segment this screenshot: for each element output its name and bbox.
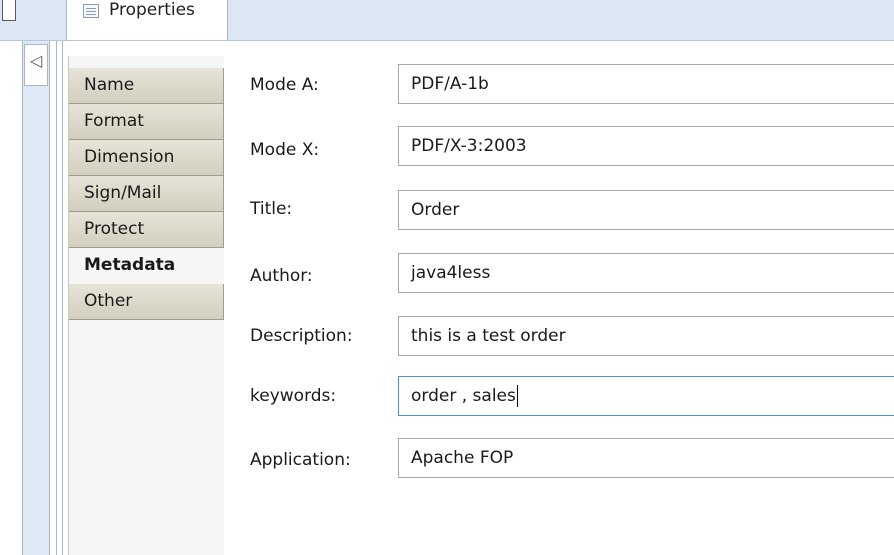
mode-x-label: Mode X: [250, 140, 320, 160]
section-tab-list: Name Format Dimension Sign/Mail Protect … [68, 56, 224, 555]
text-caret [516, 385, 518, 407]
collapse-arrow-icon[interactable]: ◁ [24, 44, 48, 86]
nav-tab-other[interactable]: Other [69, 284, 224, 320]
description-label: Description: [250, 326, 353, 346]
keywords-label: keywords: [250, 386, 337, 406]
nav-tab-sign-mail[interactable]: Sign/Mail [69, 176, 224, 212]
author-field[interactable]: java4less [398, 253, 894, 293]
nav-tab-dimension[interactable]: Dimension [69, 140, 224, 176]
author-label: Author: [250, 266, 313, 286]
nav-tab-protect[interactable]: Protect [69, 212, 224, 248]
view-tab-strip: Properties [0, 0, 894, 41]
divider [56, 41, 57, 555]
keywords-field[interactable]: order , sales [398, 376, 894, 416]
mode-a-field[interactable]: PDF/A-1b [398, 64, 894, 104]
description-field[interactable]: this is a test order [398, 316, 894, 356]
minimize-icon[interactable] [2, 0, 16, 21]
side-panel-bar [22, 41, 50, 555]
mode-a-label: Mode A: [250, 75, 319, 95]
application-label: Application: [250, 450, 351, 470]
nav-tab-format[interactable]: Format [69, 104, 224, 140]
nav-tab-name[interactable]: Name [69, 68, 224, 104]
divider [62, 41, 63, 555]
application-field[interactable]: Apache FOP [398, 438, 894, 478]
properties-icon [83, 4, 99, 18]
title-field[interactable]: Order [398, 190, 894, 230]
tab-properties[interactable]: Properties [66, 0, 228, 40]
title-label: Title: [250, 199, 293, 219]
mode-x-field[interactable]: PDF/X-3:2003 [398, 126, 894, 166]
tab-properties-label: Properties [109, 0, 195, 20]
nav-tab-metadata[interactable]: Metadata [69, 248, 224, 284]
keywords-value: order , sales [411, 386, 516, 406]
